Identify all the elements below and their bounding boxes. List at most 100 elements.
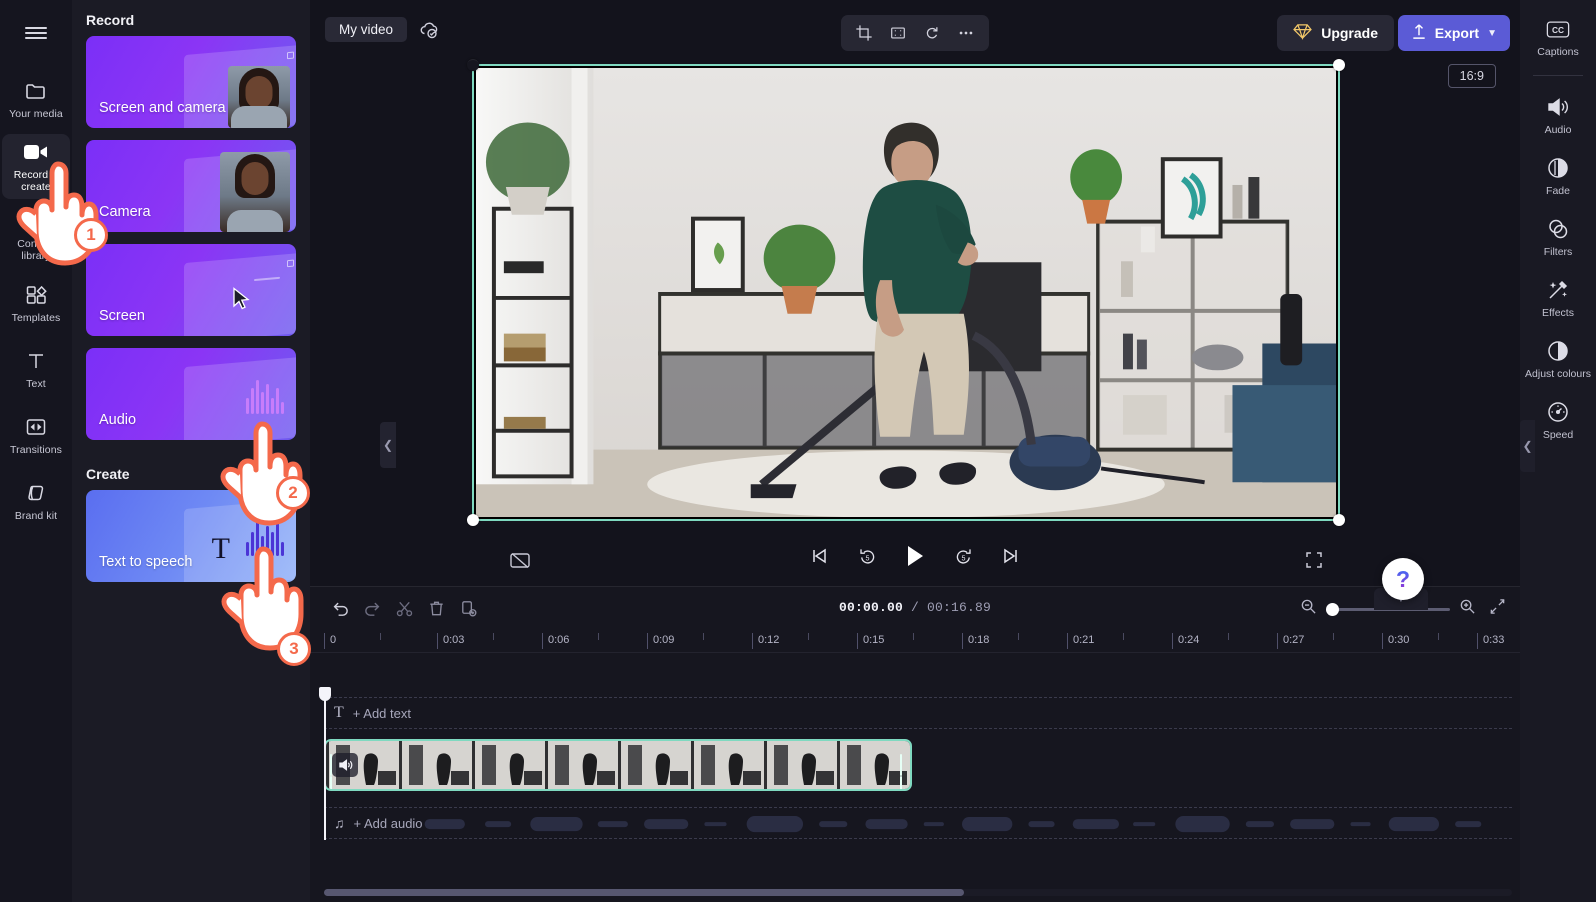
resize-handle-bottom-left[interactable] (467, 514, 479, 526)
split-scissors-icon[interactable] (390, 595, 418, 621)
panel-collapse-button[interactable]: ❮ (380, 422, 396, 468)
sidebar-item-label: Transitions (9, 443, 63, 456)
video-clip[interactable] (324, 739, 912, 791)
export-button[interactable]: Export ▼ (1397, 15, 1510, 51)
ruler-label: 0:18 (962, 633, 989, 649)
left-sidebar: Your media Record & create Content libra… (0, 0, 72, 902)
right-item-adjust-colours[interactable]: Adjust colours (1522, 330, 1594, 389)
sidebar-item-label: Your media (9, 107, 63, 120)
sidebar-item-label: Templates (11, 311, 61, 324)
project-name-field[interactable]: My video (325, 17, 408, 42)
cloud-saved-icon[interactable] (418, 20, 440, 45)
zoom-slider-knob[interactable] (1326, 602, 1339, 616)
transitions-icon (24, 415, 48, 439)
zoom-out-icon[interactable] (1300, 598, 1317, 620)
upgrade-label: Upgrade (1321, 25, 1378, 41)
skip-to-end-icon[interactable] (997, 542, 1025, 570)
record-card-audio[interactable]: Audio (86, 348, 296, 440)
captions-off-icon[interactable] (506, 546, 534, 574)
rotate-icon[interactable] (917, 19, 947, 47)
sidebar-item-your-media[interactable]: Your media (2, 68, 70, 130)
timeline-ruler[interactable]: 0 0:03 0:06 0:09 0:12 0:15 0:18 0:21 0:2… (310, 629, 1520, 653)
right-item-fade[interactable]: Fade (1522, 147, 1594, 206)
right-sidebar: CC Captions Audio Fade Filters Effects A… (1520, 0, 1596, 902)
record-card-camera[interactable]: Camera (86, 140, 296, 232)
scrollbar-thumb[interactable] (324, 889, 964, 896)
create-card-text-to-speech[interactable]: T Text to speech (86, 490, 296, 582)
redo-icon[interactable] (358, 595, 386, 621)
player-controls-bar: 5 5 (310, 538, 1520, 578)
right-item-filters[interactable]: Filters (1522, 208, 1594, 267)
aspect-ratio-badge[interactable]: 16:9 (1447, 64, 1496, 88)
transport-controls: 5 5 (805, 542, 1025, 570)
forward-5s-icon[interactable]: 5 (949, 542, 977, 570)
right-item-audio[interactable]: Audio (1522, 86, 1594, 145)
add-text-track[interactable]: T + Add text (324, 697, 1512, 729)
sidebar-item-label: Record & create (13, 169, 59, 193)
help-button[interactable]: ? (1382, 558, 1424, 600)
sidebar-item-label: Text (26, 377, 46, 390)
sidebar-item-transitions[interactable]: Transitions (2, 404, 70, 466)
trim-left-handle[interactable] (330, 754, 336, 789)
speedometer-icon (1546, 400, 1570, 424)
play-icon[interactable] (901, 542, 929, 570)
zoom-in-icon[interactable] (1459, 598, 1476, 620)
svg-text:5: 5 (865, 554, 869, 562)
more-options-icon[interactable] (951, 19, 981, 47)
resize-handle-top-left[interactable] (467, 59, 479, 71)
fade-icon (1546, 156, 1570, 180)
right-panel-collapse-button[interactable]: ❮ (1520, 420, 1535, 472)
right-item-label: Audio (1544, 124, 1572, 136)
right-item-label: Speed (1542, 429, 1574, 441)
crop-icon[interactable] (849, 19, 879, 47)
resize-handle-top-right[interactable] (1333, 59, 1345, 71)
annotation-badge-3: 3 (277, 632, 311, 666)
trim-right-handle[interactable] (900, 754, 906, 789)
fit-icon[interactable] (883, 19, 913, 47)
undo-icon[interactable] (326, 595, 354, 621)
right-item-label: Fade (1546, 185, 1570, 197)
fit-to-screen-icon[interactable] (1489, 598, 1506, 620)
add-audio-track[interactable]: ♫ + Add audio (324, 807, 1512, 839)
ruler-label: 0:27 (1277, 633, 1304, 649)
timeline-horizontal-scrollbar[interactable] (324, 889, 1512, 896)
resize-handle-bottom-right[interactable] (1333, 514, 1345, 526)
timeline-playhead[interactable] (319, 687, 331, 840)
video-preview-image (476, 68, 1336, 517)
duplicate-icon[interactable] (454, 595, 482, 621)
panel-heading-record: Record (86, 12, 135, 28)
ruler-label: 0:06 (542, 633, 569, 649)
card-title: Screen (99, 308, 145, 324)
right-item-effects[interactable]: Effects (1522, 269, 1594, 328)
add-text-label: + Add text (352, 705, 411, 721)
card-title: Camera (99, 204, 151, 220)
fullscreen-icon[interactable] (1300, 546, 1328, 574)
video-preview-wrapper[interactable] (467, 59, 1345, 526)
card-title: Screen and camera (99, 100, 226, 116)
music-note-icon: ♫ (334, 815, 345, 831)
chevron-left-icon: ❮ (1522, 439, 1533, 453)
sidebar-item-templates[interactable]: Templates (2, 272, 70, 334)
sidebar-item-brand-kit[interactable]: Brand kit (2, 470, 70, 532)
record-and-create-panel: Record Screen and camera Camera Screen A… (72, 0, 396, 902)
ruler-label: 0 (324, 633, 336, 649)
upgrade-button[interactable]: Upgrade (1277, 15, 1394, 51)
record-card-screen-and-camera[interactable]: Screen and camera (86, 36, 296, 128)
sidebar-item-record-and-create[interactable]: Record & create (2, 134, 70, 199)
delete-trash-icon[interactable] (422, 595, 450, 621)
selection-frame (467, 59, 1345, 526)
record-card-screen[interactable]: Screen (86, 244, 296, 336)
chevron-left-icon: ❮ (382, 438, 394, 452)
diamond-icon (1293, 23, 1313, 43)
rewind-5s-icon[interactable]: 5 (853, 542, 881, 570)
sidebar-item-text[interactable]: Text (2, 338, 70, 400)
right-item-captions[interactable]: CC Captions (1522, 8, 1594, 67)
timeline-toolbar: 00:00.00 / 00:16.89 (310, 587, 1520, 629)
sidebar-item-content-library[interactable]: Content library (2, 203, 70, 268)
hamburger-menu-icon[interactable] (13, 10, 59, 56)
text-t-icon: T (211, 532, 230, 565)
right-item-label: Filters (1543, 246, 1573, 258)
timeline: 00:00.00 / 00:16.89 0 0:03 0:06 0:09 0:1… (310, 586, 1520, 902)
skip-to-start-icon[interactable] (805, 542, 833, 570)
upload-arrow-icon (1411, 23, 1427, 43)
